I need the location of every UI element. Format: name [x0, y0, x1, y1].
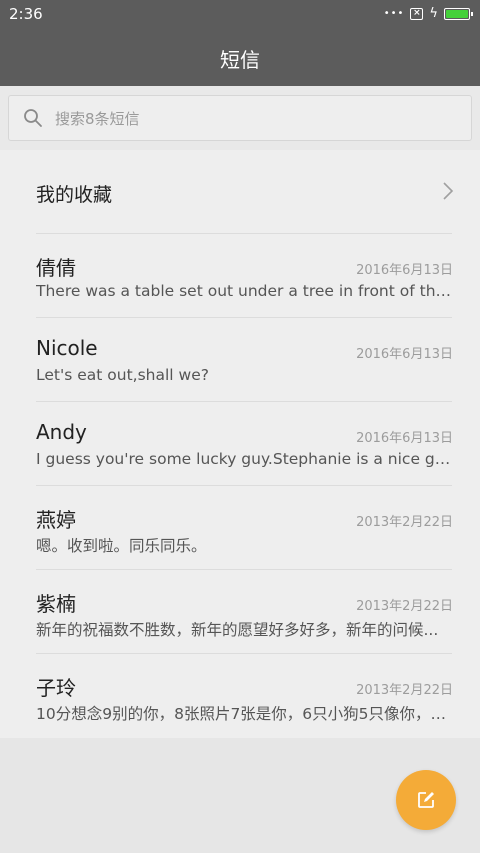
search-area: 搜索8条短信: [0, 86, 480, 150]
message-date: 2016年6月13日: [356, 431, 453, 446]
no-sim-icon: ×: [410, 8, 424, 20]
message-preview: 新年的祝福数不胜数，新年的愿望好多好多，新年的问候...: [36, 621, 439, 639]
search-input[interactable]: 搜索8条短信: [8, 95, 472, 141]
search-placeholder: 搜索8条短信: [55, 110, 140, 128]
conversation-item[interactable]: Andy 2016年6月13日 I guess you're some luck…: [0, 402, 480, 486]
message-preview: Let's eat out,shall we?: [36, 366, 209, 384]
page-title: 短信: [220, 48, 260, 72]
message-preview: I guess you're some lucky guy.Stephanie …: [36, 450, 453, 468]
message-preview: There was a table set out under a tree i…: [36, 282, 453, 300]
new-message-button[interactable]: [396, 770, 456, 830]
conversation-list: 我的收藏 倩倩 2016年6月13日 There was a table set…: [0, 150, 480, 738]
conversation-item[interactable]: 紫楠 2013年2月22日 新年的祝福数不胜数，新年的愿望好多好多，新年的问候.…: [0, 570, 480, 654]
contact-name: 紫楠: [36, 592, 76, 616]
message-date: 2016年6月13日: [356, 347, 453, 362]
status-bar: 2:36 ••• × ϟ: [0, 0, 480, 28]
contact-name: Nicole: [36, 336, 98, 360]
app-bar: 短信: [0, 28, 480, 86]
conversation-item[interactable]: Nicole 2016年6月13日 Let's eat out,shall we…: [0, 318, 480, 402]
charging-icon: ϟ: [429, 6, 438, 21]
search-icon: [24, 109, 42, 127]
chevron-right-icon: [443, 182, 454, 200]
contact-name: 倩倩: [36, 256, 76, 280]
contact-name: 子玲: [36, 676, 76, 700]
message-date: 2016年6月13日: [356, 263, 453, 278]
conversation-item[interactable]: 子玲 2013年2月22日 10分想念9别的你，8张照片7张是你，6只小狗5只像…: [0, 654, 480, 738]
conversation-item[interactable]: 倩倩 2016年6月13日 There was a table set out …: [0, 234, 480, 318]
status-time: 2:36: [9, 5, 43, 23]
contact-name: Andy: [36, 420, 87, 444]
message-date: 2013年2月22日: [356, 683, 453, 698]
message-date: 2013年2月22日: [356, 599, 453, 614]
message-preview: 嗯。收到啦。同乐同乐。: [36, 537, 207, 555]
message-date: 2013年2月22日: [356, 515, 453, 530]
favorites-label: 我的收藏: [36, 184, 113, 206]
conversation-item[interactable]: 燕婷 2013年2月22日 嗯。收到啦。同乐同乐。: [0, 486, 480, 570]
compose-icon: [418, 792, 434, 808]
more-notifications-icon: •••: [383, 8, 405, 19]
battery-icon: [444, 8, 473, 20]
message-preview: 10分想念9别的你，8张照片7张是你，6只小狗5只像你，4...: [36, 705, 453, 723]
status-icons: ••• × ϟ: [383, 6, 473, 22]
favorites-row[interactable]: 我的收藏: [0, 150, 480, 233]
contact-name: 燕婷: [36, 508, 76, 532]
